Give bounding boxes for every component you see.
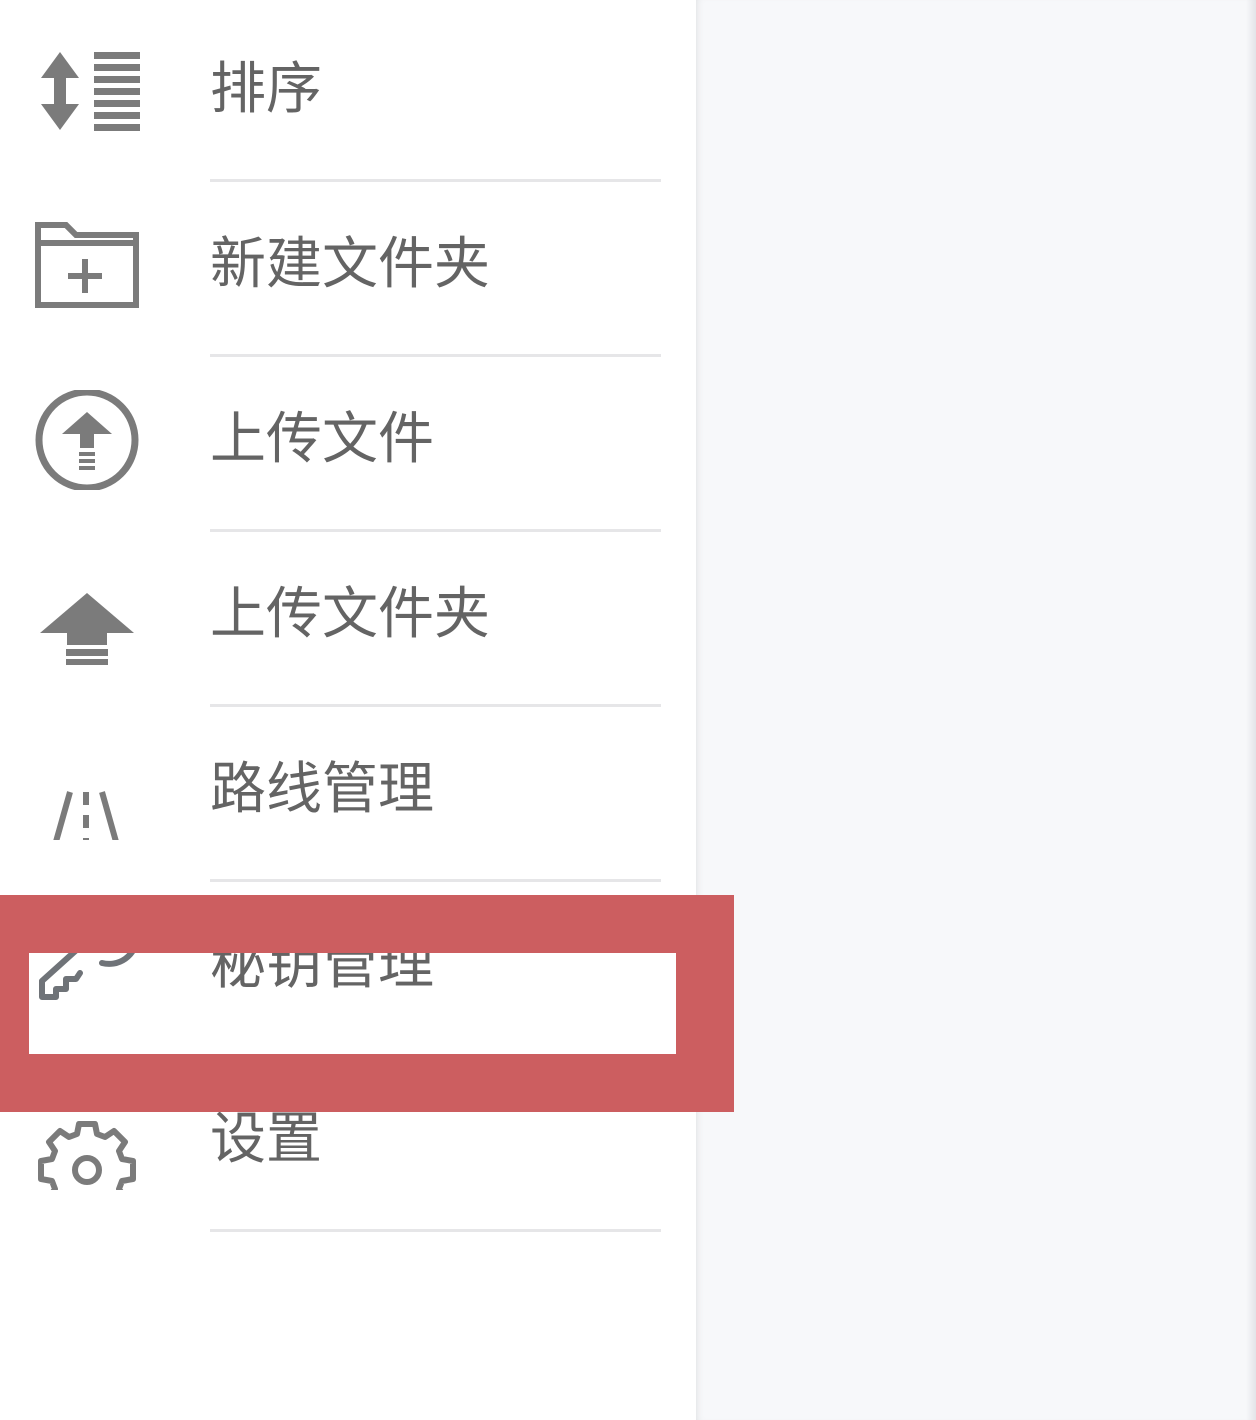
- key-icon: [30, 915, 142, 1015]
- gear-icon: [30, 1090, 142, 1190]
- menu-item-settings[interactable]: 设置: [0, 1050, 696, 1232]
- menu-label-new-folder: 新建文件夹: [210, 232, 490, 297]
- upload-file-icon: [30, 390, 142, 490]
- menu-item-upload-file[interactable]: 上传文件: [0, 350, 696, 532]
- menu-label-upload-file: 上传文件: [210, 407, 434, 472]
- menu-label-upload-folder: 上传文件夹: [210, 582, 490, 647]
- side-menu: 排序 新建文件夹 上传文件 上传文件夹 路线管理 秘钥管理 设置: [0, 0, 696, 1420]
- divider: [210, 1229, 661, 1232]
- new-folder-icon: [30, 215, 142, 315]
- upload-folder-icon: [30, 565, 142, 665]
- menu-label-sort: 排序: [210, 57, 322, 122]
- content-pane: [696, 0, 1256, 1420]
- menu-item-route-management[interactable]: 路线管理: [0, 700, 696, 882]
- menu-item-sort[interactable]: 排序: [0, 0, 696, 182]
- menu-label-settings: 设置: [210, 1107, 322, 1172]
- sort-icon: [30, 40, 142, 140]
- menu-item-new-folder[interactable]: 新建文件夹: [0, 175, 696, 357]
- menu-label-route-management: 路线管理: [210, 757, 434, 822]
- menu-item-upload-folder[interactable]: 上传文件夹: [0, 525, 696, 707]
- road-icon: [30, 740, 142, 840]
- menu-item-key-management[interactable]: 秘钥管理: [0, 875, 696, 1057]
- menu-label-key-management: 秘钥管理: [210, 932, 434, 997]
